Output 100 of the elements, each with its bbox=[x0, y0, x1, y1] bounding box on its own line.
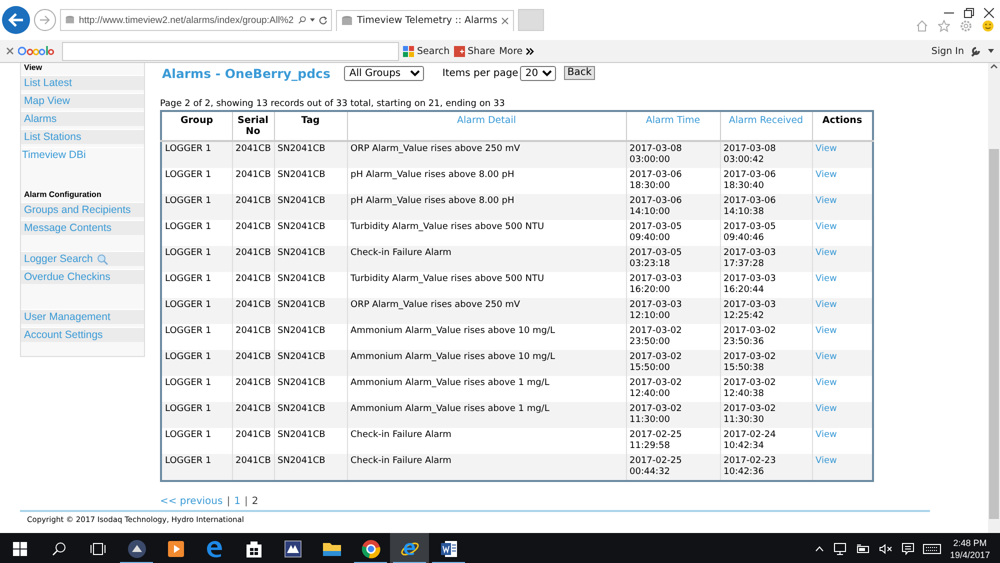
sidebar-link[interactable]: Overdue Checkins bbox=[21, 269, 144, 284]
shopping-bag-icon[interactable] bbox=[246, 540, 262, 558]
sign-in-link[interactable]: Sign In bbox=[931, 46, 964, 56]
folder-icon[interactable] bbox=[322, 540, 342, 556]
caret-icon[interactable] bbox=[310, 18, 315, 22]
edge-icon[interactable] bbox=[206, 540, 224, 558]
sidebar-link[interactable]: Timeview DBi bbox=[21, 147, 144, 162]
refresh-icon[interactable] bbox=[318, 15, 327, 25]
table-cell: SN2041CB bbox=[274, 141, 347, 168]
current-page: 2 bbox=[252, 496, 258, 507]
google-plus-icon bbox=[454, 46, 465, 56]
table-cell: 2017-03-02 11:30:30 bbox=[720, 402, 812, 428]
word-icon[interactable] bbox=[440, 540, 458, 558]
scrollbar[interactable] bbox=[988, 63, 1000, 533]
caret-icon[interactable] bbox=[988, 49, 994, 53]
view-link[interactable]: View bbox=[816, 144, 837, 154]
more-button[interactable]: More bbox=[499, 46, 534, 56]
table-cell: pH Alarm_Value rises above 8.00 pH bbox=[347, 194, 626, 220]
browser-tab[interactable]: Timeview Telemetry :: Alarms bbox=[336, 10, 514, 30]
view-link[interactable]: View bbox=[816, 326, 837, 336]
smiley-icon[interactable] bbox=[982, 20, 994, 32]
table-cell: SN2041CB bbox=[274, 454, 347, 481]
share-button[interactable]: Share bbox=[454, 46, 496, 56]
back-button[interactable] bbox=[2, 6, 30, 34]
view-link[interactable]: View bbox=[816, 430, 837, 440]
sidebar-link[interactable]: Alarms bbox=[21, 111, 144, 126]
table-cell: 2017-03-03 12:10:00 bbox=[626, 298, 720, 324]
google-logo-icon bbox=[18, 45, 54, 57]
table-cell: 2041CB bbox=[232, 246, 274, 272]
view-link[interactable]: View bbox=[816, 196, 837, 206]
table-cell: ORP Alarm_Value rises above 250 mV bbox=[347, 141, 626, 168]
view-link[interactable]: View bbox=[816, 404, 837, 414]
sidebar-link[interactable]: List Stations bbox=[21, 129, 144, 144]
separator: | bbox=[244, 496, 248, 507]
sidebar-link[interactable]: Logger Search bbox=[21, 251, 144, 266]
forward-arrow-icon bbox=[39, 15, 51, 25]
tiles-icon bbox=[403, 46, 414, 56]
video-player-icon[interactable] bbox=[166, 540, 184, 558]
keyboard-icon[interactable] bbox=[922, 544, 941, 554]
double-chevron-icon bbox=[526, 48, 534, 54]
search-button[interactable]: Search bbox=[403, 46, 450, 56]
page-icon bbox=[65, 14, 75, 26]
table-cell: 2017-03-08 03:00:42 bbox=[720, 141, 812, 168]
sidebar-link[interactable]: Message Contents bbox=[21, 220, 144, 235]
table-cell: Ammonium Alarm_Value rises above 10 mg/L bbox=[347, 350, 626, 376]
table-cell: SN2041CB bbox=[274, 402, 347, 428]
address-bar[interactable]: http://www.timeview2.net/alarms/index/group:All%2 bbox=[60, 9, 332, 31]
view-link[interactable]: View bbox=[816, 456, 837, 466]
view-link[interactable]: View bbox=[816, 352, 837, 362]
sidebar-link[interactable]: List Latest bbox=[21, 75, 144, 90]
chevron-up-icon[interactable] bbox=[814, 546, 824, 552]
view-link[interactable]: View bbox=[816, 222, 837, 232]
chrome-icon[interactable] bbox=[360, 538, 380, 558]
table-cell: 2017-03-02 15:50:00 bbox=[626, 350, 720, 376]
section-heading: Alarm Configuration bbox=[23, 190, 102, 199]
view-link[interactable]: View bbox=[816, 300, 837, 310]
table-cell: 2017-03-05 03:23:18 bbox=[626, 246, 720, 272]
view-link[interactable]: View bbox=[816, 170, 837, 180]
google-search-field[interactable] bbox=[62, 42, 399, 60]
table-cell: 2017-03-02 15:50:38 bbox=[720, 350, 812, 376]
table-cell: Check-in Failure Alarm bbox=[347, 454, 626, 481]
sidebar-link[interactable]: Map View bbox=[21, 93, 144, 108]
page-link[interactable]: << previous bbox=[160, 496, 223, 507]
column-header-link[interactable]: Alarm Detail bbox=[457, 115, 516, 126]
group-select[interactable]: All Groups bbox=[344, 66, 424, 80]
notification-icon[interactable] bbox=[902, 542, 914, 554]
records-summary: Page 2 of 2, showing 13 records out of 33 total, starting on 21, ending on 33 bbox=[160, 99, 506, 110]
sidebar-link[interactable]: User Management bbox=[21, 309, 144, 324]
wrench-icon[interactable] bbox=[970, 45, 982, 57]
table-cell: LOGGER 1 bbox=[161, 402, 232, 428]
circle-app-icon[interactable] bbox=[126, 538, 146, 558]
view-link[interactable]: View bbox=[816, 378, 837, 388]
items-per-page-select[interactable]: 20 bbox=[520, 66, 556, 80]
table-cell: LOGGER 1 bbox=[161, 194, 232, 220]
restore-icon[interactable] bbox=[964, 8, 974, 18]
star-icon[interactable] bbox=[938, 20, 950, 32]
sidebar-link[interactable]: Account Settings bbox=[21, 327, 144, 342]
search-icon[interactable] bbox=[298, 15, 306, 25]
table-cell: LOGGER 1 bbox=[161, 141, 232, 168]
table-cell: 2017-03-03 12:25:42 bbox=[720, 298, 812, 324]
taskbar-app[interactable] bbox=[390, 533, 429, 563]
view-link[interactable]: View bbox=[816, 274, 837, 284]
page-link[interactable]: 1 bbox=[234, 496, 240, 507]
table-cell: 2041CB bbox=[232, 350, 274, 376]
page-title: Alarms - OneBerry_pdcs bbox=[162, 66, 330, 80]
search-icon bbox=[52, 542, 66, 556]
view-link[interactable]: View bbox=[816, 248, 837, 258]
magnifier-icon bbox=[96, 254, 108, 264]
sidebar-link[interactable]: Groups and Recipients bbox=[21, 202, 144, 217]
muted-speaker-icon[interactable] bbox=[878, 544, 893, 554]
table-cell: 2041CB bbox=[232, 454, 274, 481]
clock[interactable]: 2:48 PM 19/4/2017 bbox=[950, 536, 990, 560]
table-cell: LOGGER 1 bbox=[161, 454, 232, 481]
items-per-page-label: Items per page bbox=[442, 68, 518, 78]
table-cell: 2017-03-06 14:10:00 bbox=[626, 194, 720, 220]
back-button[interactable]: Back bbox=[564, 66, 595, 80]
network-icon[interactable] bbox=[832, 542, 847, 554]
close-icon[interactable] bbox=[984, 8, 994, 18]
mountain-app-icon[interactable] bbox=[284, 540, 302, 558]
table-cell: 2017-03-06 14:10:38 bbox=[720, 194, 812, 220]
